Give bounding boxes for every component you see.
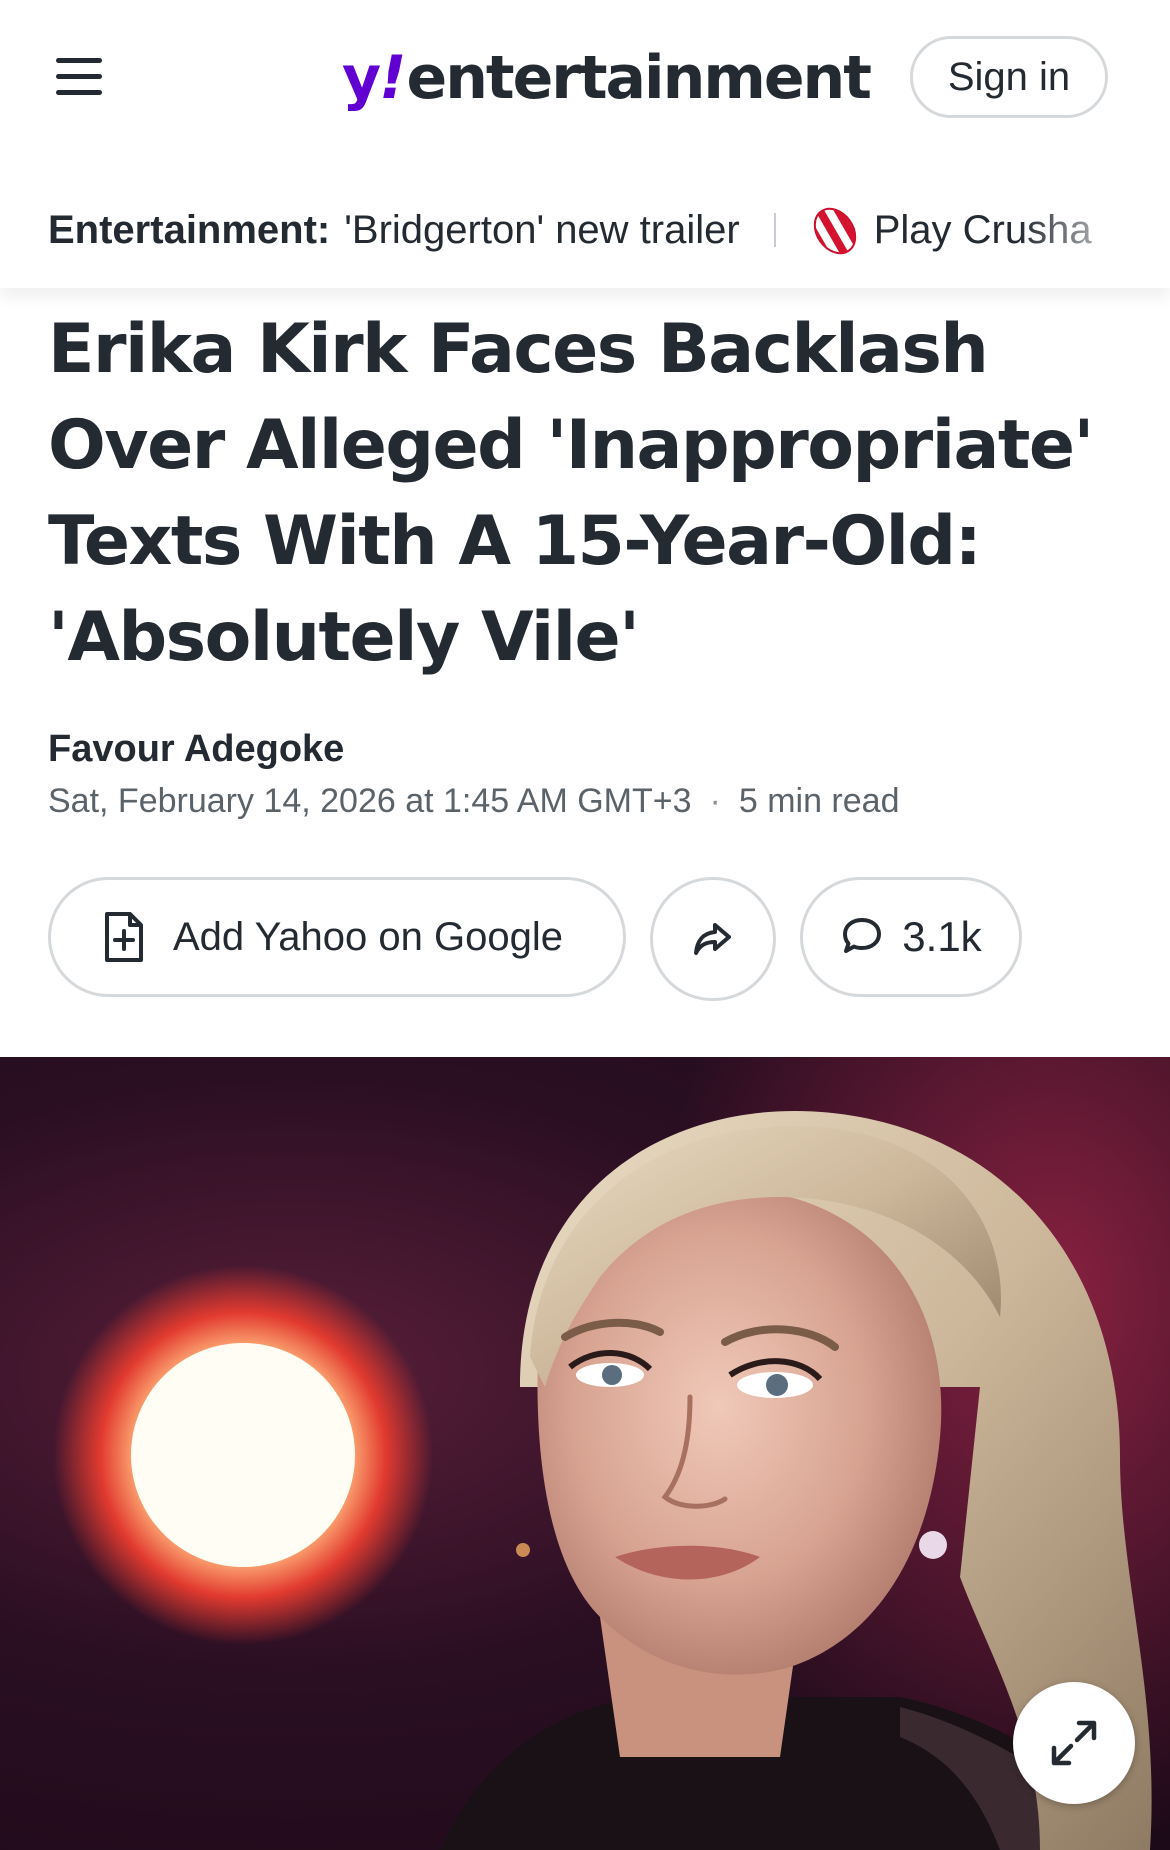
sign-in-button[interactable]: Sign in	[910, 36, 1108, 118]
share-arrow-icon	[694, 923, 731, 955]
logo-y: y	[342, 43, 381, 113]
trending-fade	[1020, 170, 1170, 288]
add-yahoo-on-google-button[interactable]: Add Yahoo on Google	[48, 877, 626, 997]
comments-button[interactable]: 3.1k	[800, 877, 1022, 997]
article-read-time: 5 min read	[738, 782, 900, 820]
article-headline: Erika Kirk Faces Backlash Over Alleged '…	[48, 310, 1094, 677]
article-meta: Sat, February 14, 2026 at 1:45 AM GMT+3 …	[48, 782, 899, 821]
candy-icon	[806, 201, 864, 259]
trending-item-bridgerton[interactable]: 'Bridgerton' new trailer	[344, 208, 739, 253]
logo-bang: !	[379, 43, 406, 113]
trending-divider	[773, 213, 776, 247]
article-date: Sat, February 14, 2026 at 1:45 AM GMT+3	[48, 782, 692, 820]
expand-image-button[interactable]	[1013, 1682, 1135, 1804]
logo-word: entertainment	[406, 43, 872, 113]
article-author[interactable]: Favour Adegoke	[48, 728, 344, 771]
trending-label: Entertainment:	[48, 207, 331, 252]
expand-arrows-icon	[1051, 1720, 1097, 1766]
add-yahoo-on-google-label: Add Yahoo on Google	[173, 914, 563, 959]
comment-bubble-icon	[843, 918, 882, 953]
site-header: y! entertainment Sign in	[0, 0, 1170, 156]
meta-separator: ·	[709, 782, 721, 820]
yahoo-entertainment-logo[interactable]: y! entertainment	[342, 38, 872, 118]
comment-count: 3.1k	[902, 913, 982, 960]
menu-icon[interactable]	[56, 58, 102, 96]
hero-photo	[53, 1057, 1170, 1850]
page: y! entertainment Sign in Entertainment: '…	[0, 0, 1170, 1850]
add-document-icon	[105, 912, 143, 962]
share-button[interactable]	[650, 877, 776, 1001]
hero-image[interactable]	[0, 1057, 1170, 1850]
trending-bar: Entertainment: 'Bridgerton' new trailer …	[0, 170, 1170, 288]
